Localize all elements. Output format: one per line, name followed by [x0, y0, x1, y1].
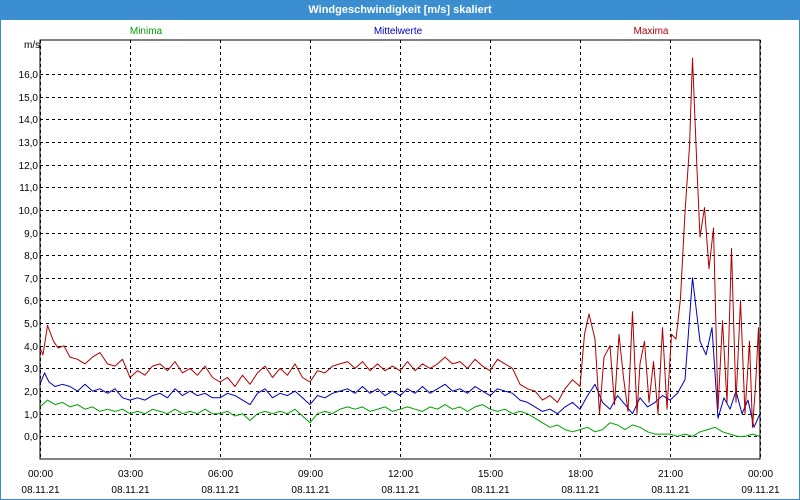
y-tick-label: 10,0: [19, 206, 39, 217]
x-tick-date-label: 08.11.21: [201, 485, 240, 496]
y-tick-label: 8,0: [24, 251, 38, 262]
y-tick-label: 11,0: [19, 183, 38, 194]
y-tick-labels: 0,0 1,0 2,0 3,0 4,0 5,0 6,0 7,0 8,0 9,0 10,0 11,0 12…: [19, 70, 39, 443]
x-tick-time-label: 06:00: [208, 469, 233, 480]
y-tick-label: 9,0: [24, 229, 38, 240]
x-tick-date-label: 08.11.21: [111, 485, 150, 496]
y-tick-label: 6,0: [24, 296, 38, 307]
x-tick-time-label: 00:00: [748, 469, 773, 480]
x-tick-time-label: 12:00: [388, 469, 413, 480]
y-tick-label: 16,0: [19, 70, 39, 81]
x-tick-date-label: 08.11.21: [291, 485, 330, 496]
y-tick-label: 3,0: [24, 364, 38, 375]
x-tick-time-label: 00:00: [28, 469, 53, 480]
y-axis-unit-label: m/s: [24, 40, 40, 51]
x-tick-labels: 00:00 08.11.21 03:00 08.11.21 06:00 08.11.21 0…: [21, 469, 780, 496]
x-tick-date-label: 08.11.21: [561, 485, 600, 496]
x-tick-time-label: 21:00: [658, 469, 683, 480]
y-tick-label: 14,0: [19, 115, 39, 126]
grid: [40, 40, 761, 459]
legend-maxima: Maxima: [633, 26, 668, 37]
legend-minima: Minima: [130, 26, 163, 37]
x-tick-time-label: 03:00: [118, 469, 143, 480]
legend-mittelwerte: Mittelwerte: [374, 26, 423, 37]
y-tick-label: 7,0: [24, 274, 38, 285]
y-tick-label: 0,0: [24, 432, 38, 443]
x-tick-date-label: 08.11.21: [651, 485, 690, 496]
x-tick-date-label: 08.11.21: [471, 485, 510, 496]
x-tick-time-label: 09:00: [298, 469, 323, 480]
y-tick-label: 5,0: [24, 319, 38, 330]
y-tick-label: 1,0: [24, 410, 38, 421]
wind-speed-chart: Minima Mittelwerte Maxima m/s 0,0 1,0 2,0 3…: [19, 26, 780, 496]
x-tick-date-label: 08.11.21: [381, 485, 420, 496]
x-tick-date-label: 08.11.21: [21, 485, 60, 496]
x-tick-date-label: 09.11.21: [741, 485, 780, 496]
y-tick-label: 12,0: [19, 161, 39, 172]
y-tick-label: 15,0: [19, 93, 39, 104]
x-tick-time-label: 18:00: [568, 469, 593, 480]
y-tick-label: 4,0: [24, 342, 38, 353]
x-tick-time-label: 15:00: [478, 469, 503, 480]
y-tick-label: 13,0: [19, 138, 39, 149]
y-tick-label: 2,0: [24, 387, 38, 398]
